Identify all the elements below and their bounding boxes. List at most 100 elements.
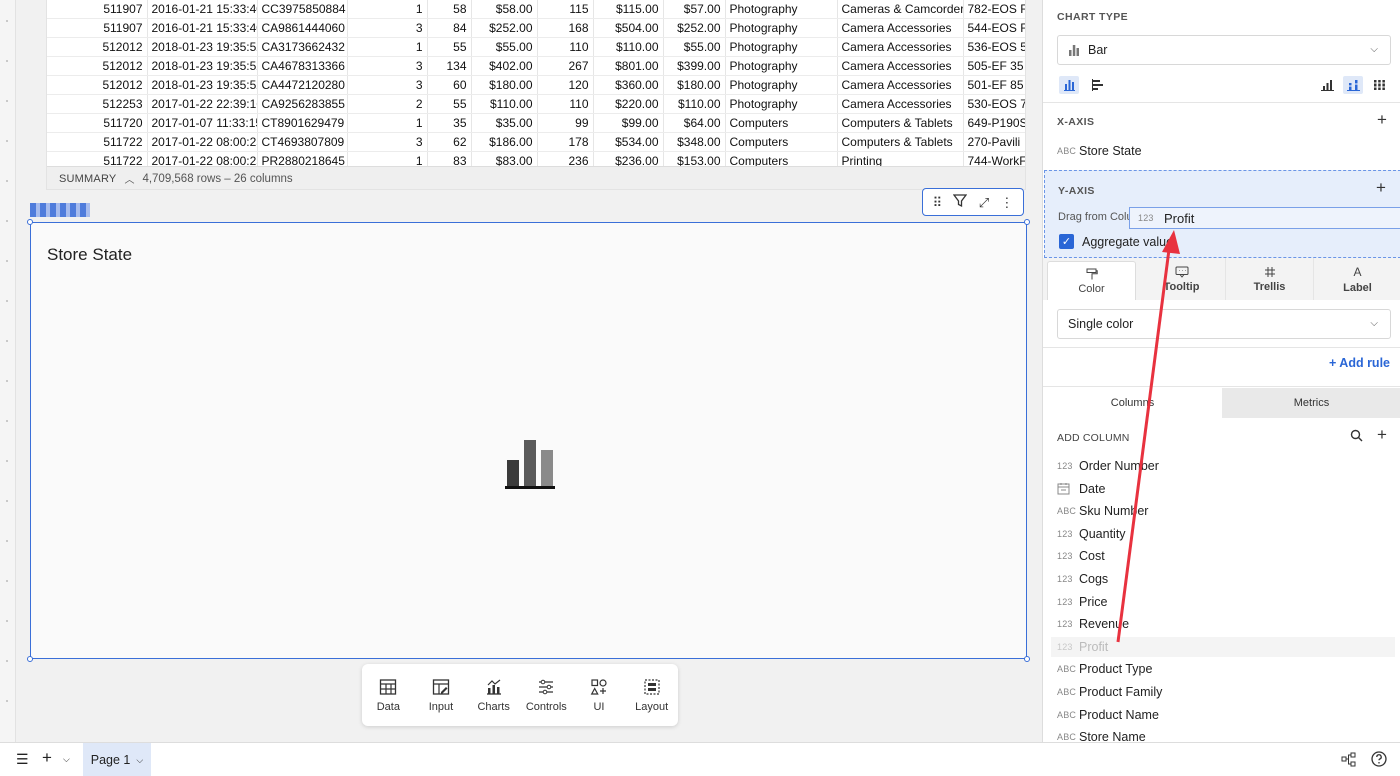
table-row[interactable]: 512012 2018-01-23 19:35:52 CA4472120280 3 60…: [47, 75, 1025, 96]
table-cell[interactable]: 511722: [47, 132, 148, 153]
table-cell[interactable]: 3: [347, 56, 428, 77]
table-cell[interactable]: CA9256283855: [257, 94, 348, 115]
table-cell[interactable]: Photography: [725, 0, 838, 20]
resize-handle[interactable]: [27, 656, 33, 662]
add-rule-button[interactable]: + Add rule: [1329, 356, 1390, 370]
chart-element[interactable]: Store State: [27, 219, 1030, 662]
column-list-item[interactable]: ABC Store Name: [1057, 727, 1387, 742]
table-row[interactable]: 511720 2017-01-07 11:33:15 CT8901629479 1 35…: [47, 113, 1025, 134]
table-cell[interactable]: Computers & Tablets: [837, 132, 964, 153]
table-cell[interactable]: Photography: [725, 75, 838, 96]
vertical-bar-toggle[interactable]: [1059, 76, 1079, 94]
table-cell[interactable]: $57.00: [663, 0, 726, 20]
table-cell[interactable]: $348.00: [663, 132, 726, 153]
table-cell[interactable]: CA4472120280: [257, 75, 348, 96]
table-cell[interactable]: $399.00: [663, 56, 726, 77]
table-row[interactable]: 512012 2018-01-23 19:35:52 CA3173662432 1 55…: [47, 37, 1025, 58]
table-cell[interactable]: 511907: [47, 0, 148, 20]
table-cell[interactable]: Computers: [725, 132, 838, 153]
table-cell[interactable]: 2017-01-22 08:00:25: [147, 132, 258, 153]
table-cell[interactable]: 35: [427, 113, 472, 134]
table-cell[interactable]: 536-EOS 5: [963, 37, 1025, 58]
table-cell[interactable]: 3: [347, 75, 428, 96]
table-cell[interactable]: $58.00: [471, 0, 538, 20]
column-list-item[interactable]: 123 Profit: [1051, 636, 1395, 657]
table-row[interactable]: 511907 2016-01-21 15:33:40 CC3975850884 1 58…: [47, 0, 1025, 20]
table-cell[interactable]: 512012: [47, 37, 148, 58]
column-list-item[interactable]: 123 Revenue: [1057, 614, 1387, 634]
insert-ui-button[interactable]: UI: [575, 678, 623, 713]
column-list-item[interactable]: 123 Quantity: [1057, 524, 1387, 544]
table-cell[interactable]: 530-EOS 7: [963, 94, 1025, 115]
table-cell[interactable]: 501-EF 85: [963, 75, 1025, 96]
table-cell[interactable]: Photography: [725, 37, 838, 58]
add-page-icon[interactable]: +: [42, 748, 52, 768]
table-cell[interactable]: $801.00: [593, 56, 664, 77]
page-list-icon[interactable]: ☰: [16, 751, 29, 768]
table-cell[interactable]: 2: [347, 94, 428, 115]
table-cell[interactable]: $252.00: [471, 18, 538, 39]
stacked-bar-toggle[interactable]: [1343, 76, 1363, 94]
table-cell[interactable]: Photography: [725, 56, 838, 77]
tab-columns[interactable]: Columns: [1043, 388, 1222, 418]
tab-color[interactable]: Color: [1047, 261, 1136, 300]
horizontal-bar-toggle[interactable]: [1087, 76, 1107, 94]
table-cell[interactable]: $360.00: [593, 75, 664, 96]
tab-metrics[interactable]: Metrics: [1222, 388, 1400, 418]
table-cell[interactable]: 544-EOS R: [963, 18, 1025, 39]
table-cell[interactable]: $504.00: [593, 18, 664, 39]
table-row[interactable]: 512012 2018-01-23 19:35:52 CA4678313366 3 13…: [47, 56, 1025, 77]
table-cell[interactable]: Camera Accessories: [837, 37, 964, 58]
insert-data-button[interactable]: Data: [364, 678, 412, 713]
table-cell[interactable]: 62: [427, 132, 472, 153]
filter-icon[interactable]: [953, 194, 968, 210]
table-cell[interactable]: 60: [427, 75, 472, 96]
table-cell[interactable]: $55.00: [471, 37, 538, 58]
aggregate-checkbox[interactable]: ✓: [1059, 234, 1074, 249]
table-cell[interactable]: 3: [347, 132, 428, 153]
table-cell[interactable]: CT8901629479: [257, 113, 348, 134]
table-cell[interactable]: 1: [347, 0, 428, 20]
table-cell[interactable]: $180.00: [663, 75, 726, 96]
dragging-column-pill[interactable]: 123 Profit: [1129, 207, 1400, 229]
table-cell[interactable]: 1: [347, 37, 428, 58]
element-label-chip[interactable]: [30, 203, 90, 217]
x-axis-field[interactable]: ABC Store State: [1057, 141, 1142, 161]
table-cell[interactable]: 267: [537, 56, 594, 77]
percent-bar-toggle[interactable]: [1369, 76, 1389, 94]
table-cell[interactable]: 120: [537, 75, 594, 96]
table-cell[interactable]: $110.00: [471, 94, 538, 115]
chevron-up-icon[interactable]: ︿: [124, 171, 134, 186]
table-cell[interactable]: Camera Accessories: [837, 94, 964, 115]
table-cell[interactable]: Photography: [725, 18, 838, 39]
table-cell[interactable]: 512012: [47, 75, 148, 96]
table-cell[interactable]: 649-P190S: [963, 113, 1025, 134]
table-cell[interactable]: $115.00: [593, 0, 664, 20]
table-row[interactable]: 512253 2017-01-22 22:39:16 CA9256283855 2 55…: [47, 94, 1025, 115]
table-cell[interactable]: $64.00: [663, 113, 726, 134]
table-cell[interactable]: $252.00: [663, 18, 726, 39]
table-cell[interactable]: 512253: [47, 94, 148, 115]
resize-handle[interactable]: [1024, 656, 1030, 662]
y-axis-dropzone[interactable]: Y-AXIS + Drag from Colu 123 Profit ✓ Agg…: [1044, 170, 1400, 258]
table-cell[interactable]: Camera Accessories: [837, 56, 964, 77]
table-cell[interactable]: Photography: [725, 94, 838, 115]
resize-handle[interactable]: [1024, 219, 1030, 225]
table-cell[interactable]: 512012: [47, 56, 148, 77]
table-cell[interactable]: CA3173662432: [257, 37, 348, 58]
expand-icon[interactable]: ⤢: [979, 196, 989, 209]
table-cell[interactable]: Computers: [725, 113, 838, 134]
table-cell[interactable]: CT4693807809: [257, 132, 348, 153]
chevron-down-icon[interactable]: ⌵: [63, 754, 70, 765]
table-cell[interactable]: $534.00: [593, 132, 664, 153]
table-cell[interactable]: $110.00: [593, 37, 664, 58]
page-tab[interactable]: Page 1 ⌵: [83, 743, 151, 776]
column-list-item[interactable]: ABC Sku Number: [1057, 501, 1387, 521]
insert-input-button[interactable]: Input: [417, 678, 465, 713]
table-row[interactable]: 511722 2017-01-22 08:00:25 CT4693807809 3 62…: [47, 132, 1025, 153]
drag-handle-icon[interactable]: ⠿: [933, 196, 943, 209]
chevron-down-icon[interactable]: ⌵: [136, 755, 143, 766]
table-cell[interactable]: $55.00: [663, 37, 726, 58]
table-cell[interactable]: 110: [537, 94, 594, 115]
table-cell[interactable]: 178: [537, 132, 594, 153]
